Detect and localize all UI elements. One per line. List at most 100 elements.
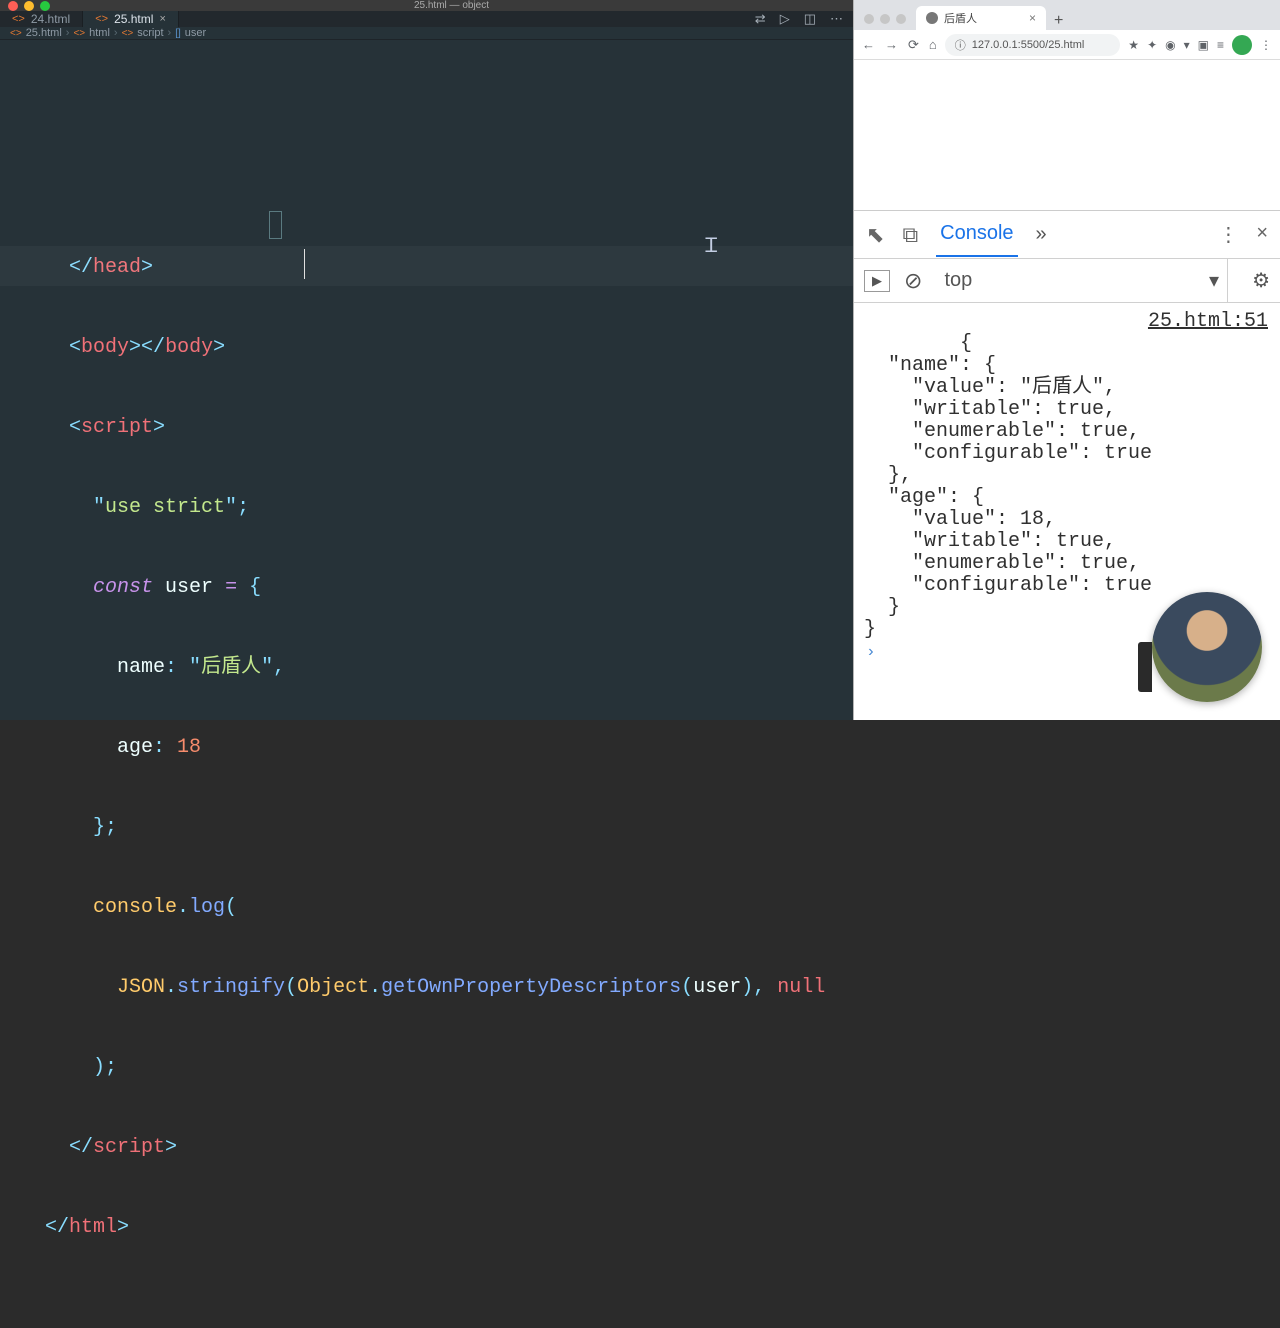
new-tab-button[interactable]: + xyxy=(1046,12,1071,30)
i-beam-cursor-icon: Ꮖ xyxy=(705,228,718,268)
editor-titlebar: 25.html — object xyxy=(0,0,853,11)
reload-button[interactable]: ⟳ xyxy=(908,37,919,53)
address-bar[interactable]: ⓘ 127.0.0.1:5500/25.html xyxy=(945,34,1121,56)
close-window-dot[interactable] xyxy=(864,14,874,24)
more-icon[interactable]: ⋯ xyxy=(830,11,843,27)
crumb-script[interactable]: <> script xyxy=(122,27,164,39)
console-sidebar-toggle[interactable]: ▶ xyxy=(864,270,890,292)
tab-close-icon[interactable]: × xyxy=(159,13,165,25)
clear-console-icon[interactable]: ⊘ xyxy=(904,268,922,294)
ext-icon[interactable]: ▣ xyxy=(1198,38,1209,52)
bracket-match-highlight xyxy=(269,211,282,239)
ext-icon[interactable]: ▾ xyxy=(1184,38,1190,52)
favicon-icon xyxy=(926,12,938,24)
traffic-lights xyxy=(0,1,50,11)
split-icon[interactable]: ◫ xyxy=(804,11,816,27)
profile-avatar[interactable] xyxy=(1232,35,1252,55)
back-button[interactable]: ← xyxy=(862,37,875,53)
tab-label: 25.html xyxy=(114,12,153,26)
more-tabs-icon[interactable]: » xyxy=(1036,223,1047,246)
extensions: ★ ✦ ◉ ▾ ▣ ≡ ⋮ xyxy=(1128,35,1272,55)
tag-icon: <> xyxy=(122,28,134,39)
crumb-label: script xyxy=(137,27,163,39)
code-line: name: "后盾人", xyxy=(45,648,853,688)
forward-button[interactable]: → xyxy=(885,37,898,53)
code-line: </script> xyxy=(45,1128,853,1168)
minimize-window-dot[interactable] xyxy=(24,1,34,11)
tab-24-html[interactable]: <> 24.html xyxy=(0,11,83,27)
log-text: { "name": { "value": "后盾人", "writable": … xyxy=(864,332,1152,641)
zoom-window-dot[interactable] xyxy=(896,14,906,24)
code-line: "use strict"; xyxy=(45,488,853,528)
devtools-tabbar: ⬉ ⧉ Console » ⋮ × xyxy=(854,211,1280,259)
breadcrumbs: <> 25.html › <> html › <> script › [] us… xyxy=(0,27,853,40)
file-icon: <> xyxy=(10,28,22,39)
editor-window-title: 25.html — object xyxy=(50,0,853,11)
tab-console[interactable]: Console xyxy=(936,212,1017,257)
crumb-html[interactable]: <> html xyxy=(73,27,109,39)
chevron-right-icon: › xyxy=(114,27,118,39)
ext-icon[interactable]: ◉ xyxy=(1165,38,1175,52)
console-toolbar: ▶ ⊘ top ▾ ⚙ xyxy=(854,259,1280,303)
ext-icon[interactable]: ★ xyxy=(1128,38,1139,52)
source-link[interactable]: 25.html:51 xyxy=(1148,311,1268,333)
html-file-icon: <> xyxy=(95,13,108,25)
code-line: </html> xyxy=(45,1208,853,1248)
crumb-file[interactable]: <> 25.html xyxy=(10,27,62,39)
close-window-dot[interactable] xyxy=(8,1,18,11)
editor-tabbar: <> 24.html <> 25.html × ⇄ ▷ ◫ ⋯ xyxy=(0,11,853,27)
code-line: <script> xyxy=(45,408,853,448)
tab-label: 24.html xyxy=(31,12,70,26)
zoom-window-dot[interactable] xyxy=(40,1,50,11)
vscode-window: 25.html — object <> 24.html <> 25.html ×… xyxy=(0,0,853,720)
minimize-window-dot[interactable] xyxy=(880,14,890,24)
tab-25-html[interactable]: <> 25.html × xyxy=(83,11,179,27)
browser-tab[interactable]: 后盾人 × xyxy=(916,6,1046,30)
tab-close-icon[interactable]: × xyxy=(1029,11,1036,25)
context-label: top xyxy=(944,269,972,292)
devtools-close-icon[interactable]: × xyxy=(1256,222,1268,247)
code-line: const user = { xyxy=(45,568,853,608)
browser-tab-title: 后盾人 xyxy=(944,10,977,26)
chrome-menu-icon[interactable]: ⋮ xyxy=(1260,38,1272,52)
tag-icon: <> xyxy=(73,28,85,39)
code-line: ); xyxy=(45,1048,853,1088)
console-prompt-icon[interactable]: › xyxy=(864,643,876,661)
webcam-overlay xyxy=(1152,592,1262,702)
url-text: 127.0.0.1:5500/25.html xyxy=(972,39,1085,51)
console-settings-icon[interactable]: ⚙ xyxy=(1242,268,1270,293)
variable-icon: [] xyxy=(175,28,181,39)
ext-icon[interactable]: ✦ xyxy=(1147,38,1157,52)
code-line: }; xyxy=(45,808,853,848)
home-button[interactable]: ⌂ xyxy=(929,37,937,53)
chevron-down-icon: ▾ xyxy=(1209,268,1219,293)
text-cursor xyxy=(304,249,305,279)
code-line: console.log( xyxy=(45,888,853,928)
code-line: JSON.stringify(Object.getOwnPropertyDesc… xyxy=(45,968,853,1008)
code-editor[interactable]: Ꮖ </head> <body></body> <script> "use st… xyxy=(0,40,853,1328)
inspect-element-icon[interactable]: ⬉ xyxy=(866,222,884,248)
chevron-right-icon: › xyxy=(66,27,70,39)
crumb-user[interactable]: [] user xyxy=(175,27,206,39)
nav-buttons: ← → ⟳ ⌂ xyxy=(862,37,937,53)
site-info-icon[interactable]: ⓘ xyxy=(955,37,966,53)
context-selector[interactable]: top ▾ xyxy=(936,259,1228,302)
devtools-menu-icon[interactable]: ⋮ xyxy=(1218,222,1238,247)
chrome-window: 后盾人 × + ← → ⟳ ⌂ ⓘ 127.0.0.1:5500/25.html… xyxy=(853,0,1280,720)
code-line: <body></body> xyxy=(45,328,853,368)
page-viewport: ⬉ ⧉ Console » ⋮ × ▶ ⊘ top ▾ ⚙ 25.html:51 xyxy=(854,60,1280,720)
chevron-right-icon: › xyxy=(168,27,172,39)
crumb-label: 25.html xyxy=(26,27,62,39)
active-line-highlight xyxy=(0,246,853,286)
crumb-label: html xyxy=(89,27,110,39)
diff-icon[interactable]: ⇄ xyxy=(755,11,766,27)
editor-toolbar-right: ⇄ ▷ ◫ ⋯ xyxy=(755,11,853,27)
browser-toolbar: ← → ⟳ ⌂ ⓘ 127.0.0.1:5500/25.html ★ ✦ ◉ ▾… xyxy=(854,30,1280,60)
device-toolbar-icon[interactable]: ⧉ xyxy=(902,222,918,248)
ext-icon[interactable]: ≡ xyxy=(1217,38,1224,52)
browser-traffic-lights xyxy=(854,14,916,30)
html-file-icon: <> xyxy=(12,13,25,25)
run-icon[interactable]: ▷ xyxy=(780,11,790,27)
crumb-label: user xyxy=(185,27,206,39)
code-line: age: 18 xyxy=(45,728,853,768)
